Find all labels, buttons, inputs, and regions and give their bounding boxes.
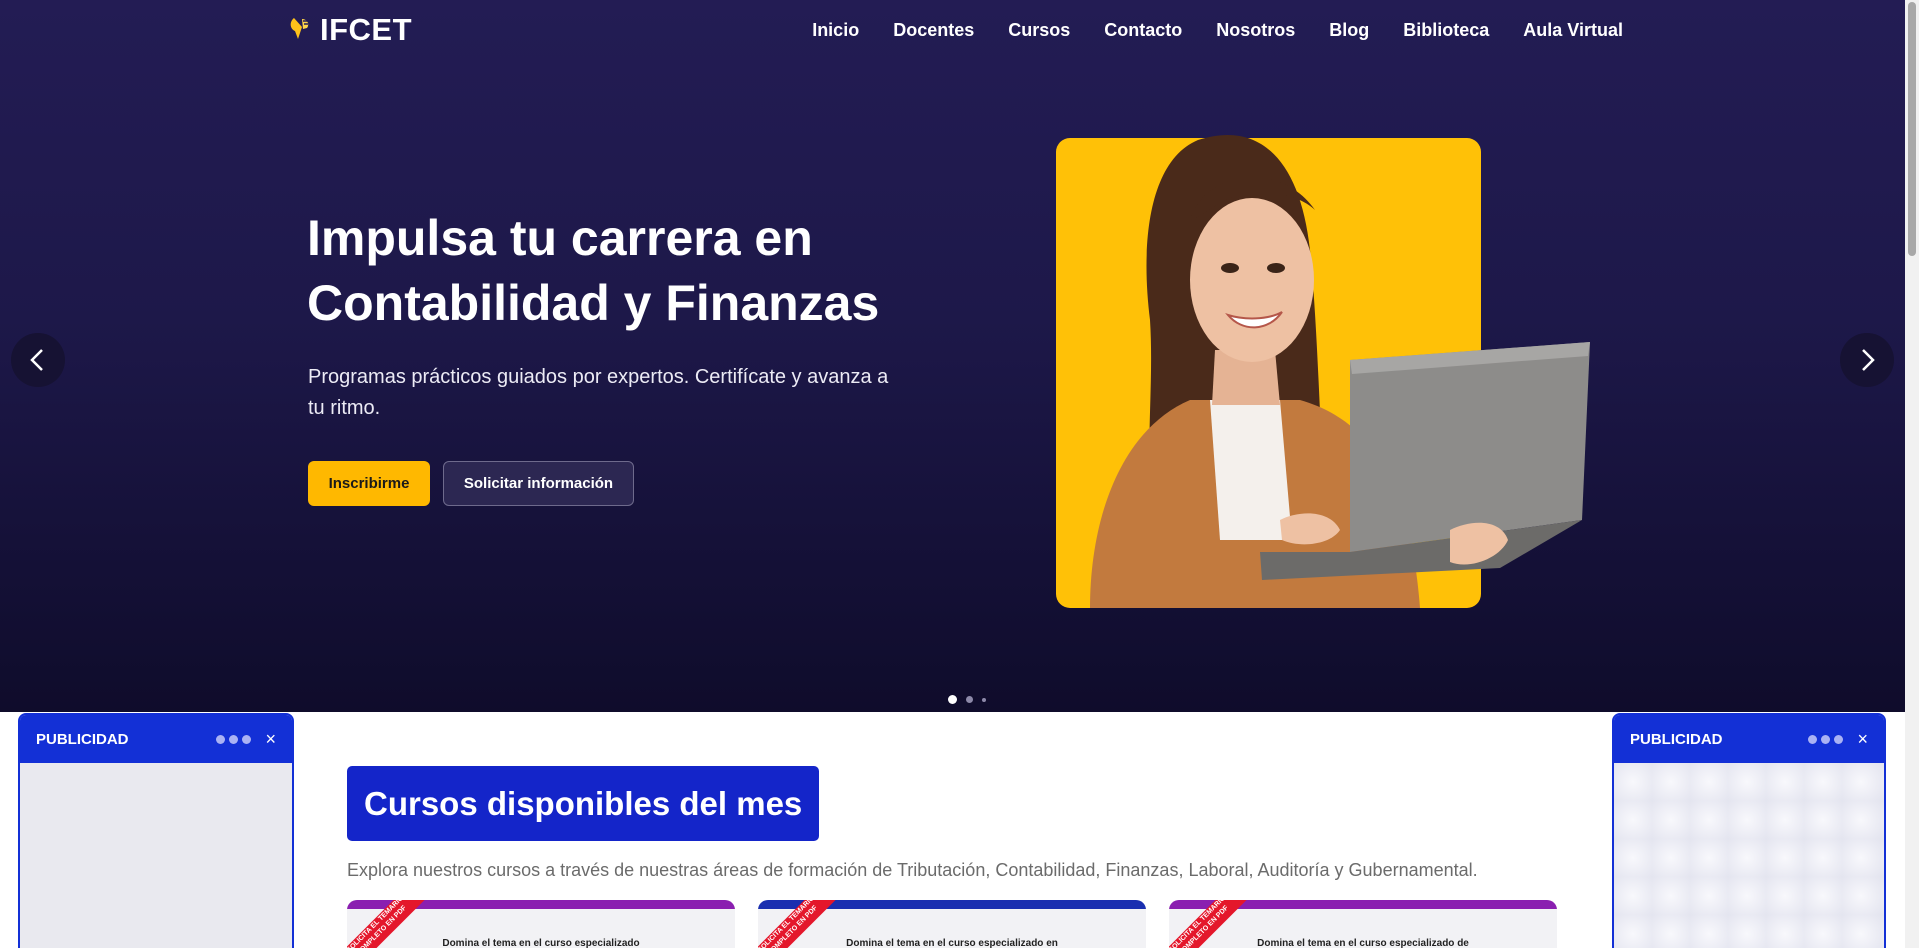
more-options-icon[interactable] — [216, 734, 252, 744]
card-text: Domina el tema en el curso especializado — [442, 938, 640, 948]
close-icon[interactable]: × — [265, 730, 276, 748]
course-card[interactable]: SOLICITA EL TEMARIO COMPLETO EN PDF Domi… — [758, 900, 1146, 948]
carousel-dot-1[interactable] — [948, 695, 957, 704]
card-text: Domina el tema en el curso especializado… — [1257, 938, 1469, 948]
ad-header: PUBLICIDAD × — [1614, 715, 1884, 763]
courses-section-description: Explora nuestros cursos a través de nues… — [347, 860, 1478, 880]
card-text: Domina el tema en el curso especializado… — [846, 938, 1058, 948]
logo-bulb-icon — [288, 15, 316, 45]
page: IFCET Inicio Docentes Cursos Contacto No… — [0, 0, 1919, 948]
carousel-dot-2[interactable] — [966, 696, 973, 703]
hero-carousel: IFCET Inicio Docentes Cursos Contacto No… — [0, 0, 1905, 712]
course-card[interactable]: SOLICITA EL TEMARIO COMPLETO EN PDF Domi… — [347, 900, 735, 948]
ad-panel-left: PUBLICIDAD × — [18, 713, 294, 948]
nav-cursos[interactable]: Cursos — [1008, 20, 1070, 41]
page-scrollbar[interactable] — [1905, 0, 1919, 948]
chevron-right-icon — [1862, 349, 1875, 371]
nav-biblioteca[interactable]: Biblioteca — [1403, 20, 1489, 41]
carousel-dot-3[interactable] — [982, 697, 986, 702]
logo-text: IFCET — [320, 12, 413, 47]
top-navigation: IFCET Inicio Docentes Cursos Contacto No… — [0, 0, 1905, 62]
carousel-indicators — [948, 695, 986, 704]
hero-title: Impulsa tu carrera en Contabilidad y Fin… — [307, 210, 880, 331]
main-menu: Inicio Docentes Cursos Contacto Nosotros… — [812, 20, 1623, 41]
carousel-prev-button[interactable] — [11, 333, 65, 387]
ad-panel-right: PUBLICIDAD × — [1612, 713, 1886, 948]
scrollbar-thumb[interactable] — [1908, 2, 1916, 256]
chevron-left-icon — [30, 349, 43, 371]
ad-controls: × — [1808, 730, 1868, 748]
nav-aula-virtual[interactable]: Aula Virtual — [1523, 20, 1623, 41]
ad-header: PUBLICIDAD × — [20, 715, 292, 763]
close-icon[interactable]: × — [1857, 730, 1868, 748]
ad-content[interactable] — [1614, 763, 1884, 948]
carousel-next-button[interactable] — [1840, 333, 1894, 387]
nav-docentes[interactable]: Docentes — [893, 20, 974, 41]
enroll-button[interactable]: Inscribirme — [308, 461, 430, 506]
nav-nosotros[interactable]: Nosotros — [1216, 20, 1295, 41]
request-info-button[interactable]: Solicitar información — [443, 461, 634, 506]
course-card[interactable]: SOLICITA EL TEMARIO COMPLETO EN PDF Domi… — [1169, 900, 1557, 948]
ad-title: PUBLICIDAD — [1630, 730, 1723, 748]
more-options-icon[interactable] — [1808, 734, 1844, 744]
courses-section-title: Cursos disponibles del mes — [347, 766, 820, 841]
ad-controls: × — [216, 730, 276, 748]
nav-contacto[interactable]: Contacto — [1104, 20, 1182, 41]
hero-student-image — [1056, 134, 1590, 608]
logo[interactable]: IFCET — [288, 12, 412, 48]
nav-inicio[interactable]: Inicio — [812, 20, 859, 41]
nav-blog[interactable]: Blog — [1329, 20, 1369, 41]
hero-subtitle: Programas prácticos guiados por expertos… — [308, 366, 889, 419]
ad-content[interactable] — [20, 763, 292, 948]
ad-title: PUBLICIDAD — [36, 730, 129, 748]
